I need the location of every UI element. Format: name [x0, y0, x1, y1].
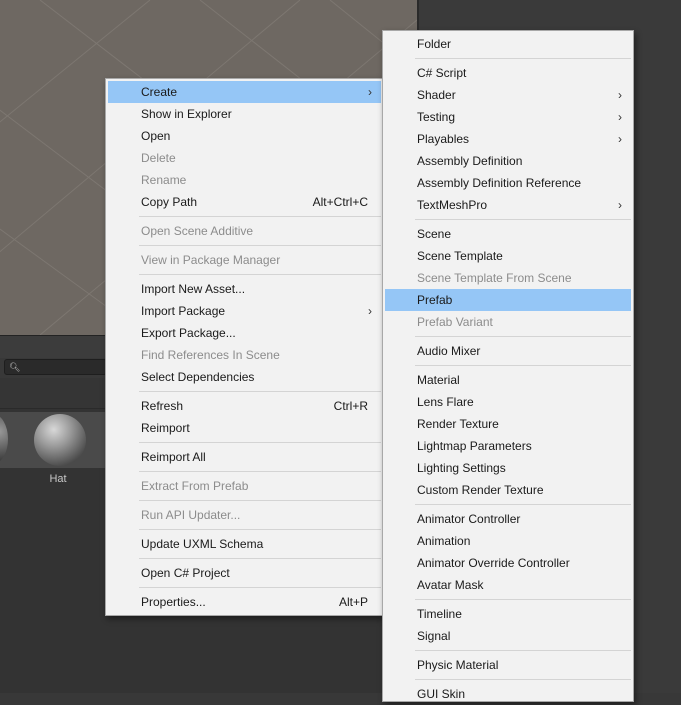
submenu-item-testing[interactable]: Testing ›	[385, 106, 631, 128]
menu-separator	[415, 365, 631, 366]
menu-separator	[415, 650, 631, 651]
menu-item-extract-from-prefab[interactable]: Extract From Prefab	[108, 475, 381, 497]
menu-item-delete[interactable]: Delete	[108, 147, 381, 169]
menu-separator	[139, 529, 381, 530]
chevron-right-icon: ›	[368, 85, 372, 99]
chevron-right-icon: ›	[618, 88, 622, 102]
menu-separator	[139, 558, 381, 559]
submenu-item-scene-template-from-scene[interactable]: Scene Template From Scene	[385, 267, 631, 289]
menu-item-select-dependencies[interactable]: Select Dependencies	[108, 366, 381, 388]
menu-item-import-package[interactable]: Import Package ›	[108, 300, 381, 322]
menu-separator	[415, 599, 631, 600]
menu-separator	[139, 587, 381, 588]
submenu-item-timeline[interactable]: Timeline	[385, 603, 631, 625]
menu-item-run-api-updater[interactable]: Run API Updater...	[108, 504, 381, 526]
submenu-item-prefab-variant[interactable]: Prefab Variant	[385, 311, 631, 333]
submenu-item-lighting-settings[interactable]: Lighting Settings	[385, 457, 631, 479]
menu-item-copy-path[interactable]: Copy Path Alt+Ctrl+C	[108, 191, 381, 213]
submenu-item-lens-flare[interactable]: Lens Flare	[385, 391, 631, 413]
shortcut-label: Ctrl+R	[333, 399, 368, 413]
create-submenu: Folder C# Script Shader › Testing › Playab…	[382, 30, 634, 702]
menu-item-show-in-explorer[interactable]: Show in Explorer	[108, 103, 381, 125]
menu-separator	[415, 58, 631, 59]
submenu-item-animator-controller[interactable]: Animator Controller	[385, 508, 631, 530]
submenu-item-custom-render-texture[interactable]: Custom Render Texture	[385, 479, 631, 501]
menu-separator	[139, 471, 381, 472]
hat-material-thumbnail[interactable]	[34, 414, 86, 466]
submenu-item-csharp-script[interactable]: C# Script	[385, 62, 631, 84]
menu-separator	[139, 391, 381, 392]
submenu-item-physic-material[interactable]: Physic Material	[385, 654, 631, 676]
search-icon: 🔍︎	[9, 362, 21, 372]
chevron-right-icon: ›	[618, 132, 622, 146]
submenu-item-avatar-mask[interactable]: Avatar Mask	[385, 574, 631, 596]
submenu-item-animation[interactable]: Animation	[385, 530, 631, 552]
context-menu: Create › Show in Explorer Open Delete Ren…	[105, 78, 384, 616]
submenu-item-assembly-definition[interactable]: Assembly Definition	[385, 150, 631, 172]
menu-item-reimport[interactable]: Reimport	[108, 417, 381, 439]
submenu-item-lightmap-parameters[interactable]: Lightmap Parameters	[385, 435, 631, 457]
shortcut-label: Alt+P	[338, 595, 368, 609]
shortcut-label: Alt+Ctrl+C	[312, 195, 368, 209]
menu-separator	[139, 245, 381, 246]
submenu-item-animator-override-controller[interactable]: Animator Override Controller	[385, 552, 631, 574]
menu-item-open[interactable]: Open	[108, 125, 381, 147]
submenu-item-material[interactable]: Material	[385, 369, 631, 391]
submenu-item-scene[interactable]: Scene	[385, 223, 631, 245]
menu-separator	[415, 336, 631, 337]
menu-separator	[139, 274, 381, 275]
chevron-right-icon: ›	[368, 304, 372, 318]
menu-item-create[interactable]: Create ›	[108, 81, 381, 103]
submenu-item-playables[interactable]: Playables ›	[385, 128, 631, 150]
menu-separator	[415, 679, 631, 680]
submenu-item-shader[interactable]: Shader ›	[385, 84, 631, 106]
menu-item-import-new-asset[interactable]: Import New Asset...	[108, 278, 381, 300]
menu-item-reimport-all[interactable]: Reimport All	[108, 446, 381, 468]
menu-item-refresh[interactable]: Refresh Ctrl+R	[108, 395, 381, 417]
submenu-item-textmeshpro[interactable]: TextMeshPro ›	[385, 194, 631, 216]
search-input[interactable]: 🔍︎	[4, 359, 107, 375]
menu-item-view-in-package-manager[interactable]: View in Package Manager	[108, 249, 381, 271]
menu-item-update-uxml-schema[interactable]: Update UXML Schema	[108, 533, 381, 555]
submenu-item-signal[interactable]: Signal	[385, 625, 631, 647]
menu-item-open-csharp-project[interactable]: Open C# Project	[108, 562, 381, 584]
submenu-item-audio-mixer[interactable]: Audio Mixer	[385, 340, 631, 362]
menu-item-export-package[interactable]: Export Package...	[108, 322, 381, 344]
menu-separator	[139, 500, 381, 501]
submenu-item-render-texture[interactable]: Render Texture	[385, 413, 631, 435]
menu-separator	[139, 442, 381, 443]
menu-item-rename[interactable]: Rename	[108, 169, 381, 191]
submenu-item-scene-template[interactable]: Scene Template	[385, 245, 631, 267]
submenu-item-folder[interactable]: Folder	[385, 33, 631, 55]
submenu-item-gui-skin[interactable]: GUI Skin	[385, 683, 631, 705]
chevron-right-icon: ›	[618, 198, 622, 212]
submenu-item-prefab[interactable]: Prefab	[385, 289, 631, 311]
menu-item-find-references[interactable]: Find References In Scene	[108, 344, 381, 366]
menu-item-properties[interactable]: Properties... Alt+P	[108, 591, 381, 613]
asset-label: Hat	[49, 473, 67, 485]
menu-separator	[415, 504, 631, 505]
chevron-right-icon: ›	[618, 110, 622, 124]
submenu-item-assembly-definition-reference[interactable]: Assembly Definition Reference	[385, 172, 631, 194]
menu-separator	[415, 219, 631, 220]
menu-separator	[139, 216, 381, 217]
menu-item-open-scene-additive[interactable]: Open Scene Additive	[108, 220, 381, 242]
